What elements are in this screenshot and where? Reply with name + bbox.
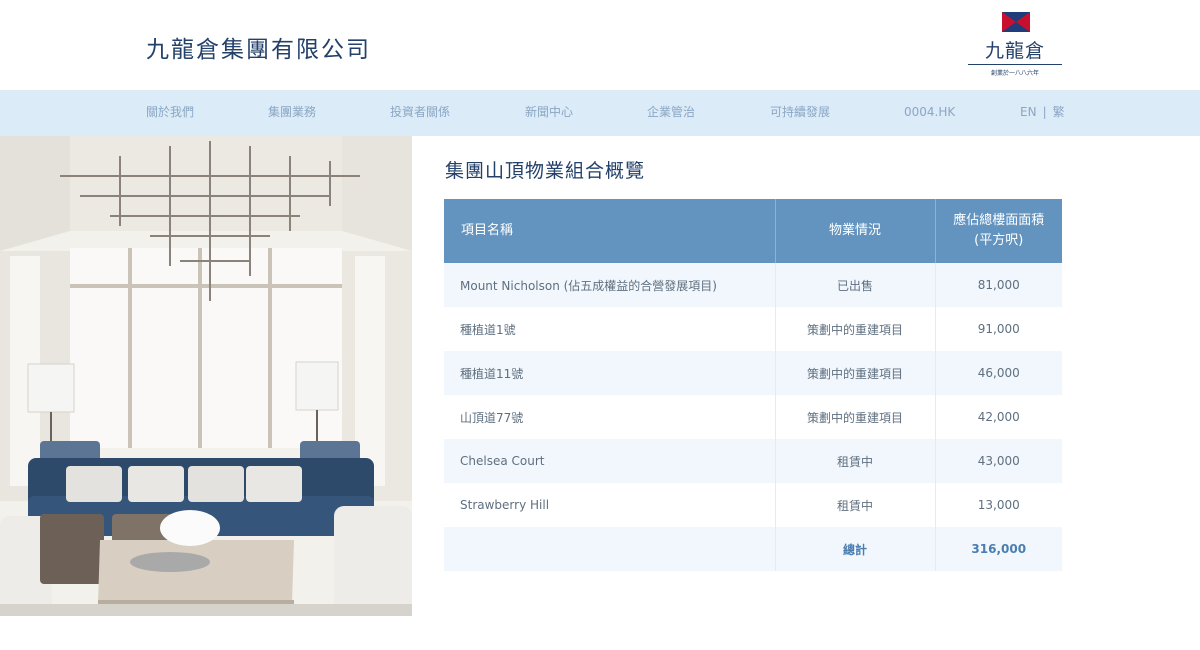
nav-item-sustainability[interactable]: 可持續發展 xyxy=(770,90,830,136)
gfa-cell: 91,000 xyxy=(934,307,1062,351)
project-name-cell: 種植道1號 xyxy=(444,307,775,351)
status-cell: 策劃中的重建項目 xyxy=(774,307,935,351)
logo-text: 九龍倉 xyxy=(984,40,1045,62)
table-total-row: 總計 316,000 xyxy=(444,527,1062,571)
table-row: Mount Nicholson (佔五成權益的合營發展項目) 已出售 81,00… xyxy=(444,263,1062,307)
nav-item-business[interactable]: 集團業務 xyxy=(268,90,316,136)
gfa-cell: 46,000 xyxy=(934,351,1062,395)
logo-subtext: 創業於一八八六年 xyxy=(990,70,1039,77)
table-header-row: 項目名稱 物業情況 應佔總樓面面積 (平方呎) xyxy=(444,199,1062,263)
total-label: 總計 xyxy=(774,527,935,571)
lang-tc-link[interactable]: 繁 xyxy=(1053,105,1065,119)
header-project-name: 項目名稱 xyxy=(444,199,775,263)
portfolio-table: 項目名稱 物業情況 應佔總樓面面積 (平方呎) Mount Nicholson … xyxy=(444,199,1062,571)
table-row: Strawberry Hill 租賃中 13,000 xyxy=(444,483,1062,527)
total-empty-cell xyxy=(444,527,775,571)
status-cell: 策劃中的重建項目 xyxy=(774,395,935,439)
header-gfa: 應佔總樓面面積 (平方呎) xyxy=(934,199,1062,263)
nav-item-investor-relations[interactable]: 投資者關係 xyxy=(390,90,450,136)
living-room-photo xyxy=(0,136,412,616)
lang-en-link[interactable]: EN xyxy=(1020,105,1037,119)
nav-item-about[interactable]: 關於我們 xyxy=(146,90,194,136)
table-row: 種植道11號 策劃中的重建項目 46,000 xyxy=(444,351,1062,395)
table-row: 種植道1號 策劃中的重建項目 91,000 xyxy=(444,307,1062,351)
main-nav: 關於我們 集團業務 投資者關係 新聞中心 企業管治 可持續發展 0004.HK … xyxy=(0,90,1200,136)
project-name-cell: Mount Nicholson (佔五成權益的合營發展項目) xyxy=(444,263,775,307)
table-row: Chelsea Court 租賃中 43,000 xyxy=(444,439,1062,483)
flag-icon xyxy=(1002,12,1030,32)
nav-item-news[interactable]: 新聞中心 xyxy=(525,90,573,136)
nav-item-governance[interactable]: 企業管治 xyxy=(647,90,695,136)
table-row: 山頂道77號 策劃中的重建項目 42,000 xyxy=(444,395,1062,439)
project-name-cell: Chelsea Court xyxy=(444,439,775,483)
gfa-cell: 43,000 xyxy=(934,439,1062,483)
company-name[interactable]: 九龍倉集團有限公司 xyxy=(146,30,371,64)
nav-item-stock-code[interactable]: 0004.HK xyxy=(904,90,955,136)
gfa-cell: 13,000 xyxy=(934,483,1062,527)
site-header: 九龍倉集團有限公司 九龍倉 創業於一八八六年 xyxy=(0,0,1200,90)
status-cell: 租賃中 xyxy=(774,439,935,483)
logo-divider xyxy=(968,64,1062,65)
lang-separator: | xyxy=(1042,105,1047,119)
gfa-cell: 42,000 xyxy=(934,395,1062,439)
status-cell: 策劃中的重建項目 xyxy=(774,351,935,395)
status-cell: 租賃中 xyxy=(774,483,935,527)
project-name-cell: Strawberry Hill xyxy=(444,483,775,527)
gfa-cell: 81,000 xyxy=(934,263,1062,307)
project-name-cell: 山頂道77號 xyxy=(444,395,775,439)
language-switcher: EN | 繁 xyxy=(1020,90,1065,136)
header-status: 物業情況 xyxy=(774,199,935,263)
total-value: 316,000 xyxy=(934,527,1062,571)
company-logo[interactable]: 九龍倉 創業於一八八六年 xyxy=(966,12,1064,80)
status-cell: 已出售 xyxy=(774,263,935,307)
page-title: 集團山頂物業組合概覽 xyxy=(445,160,646,182)
project-name-cell: 種植道11號 xyxy=(444,351,775,395)
